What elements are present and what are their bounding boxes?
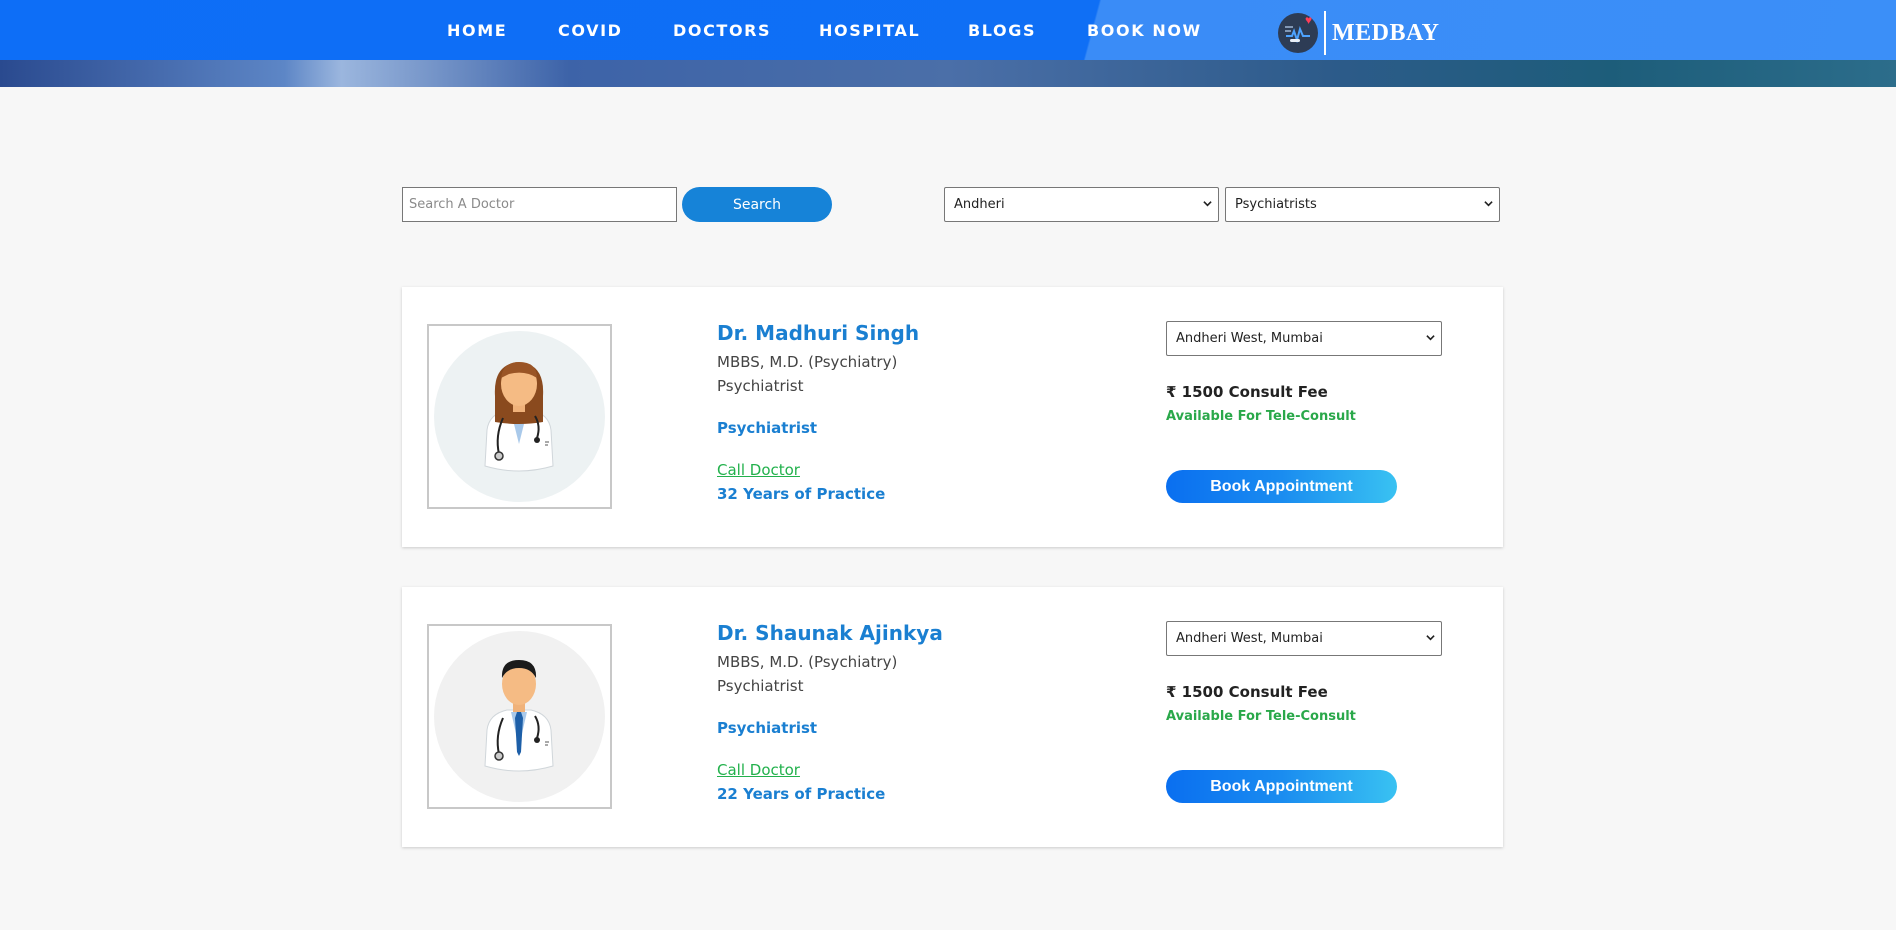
call-doctor-link[interactable]: Call Doctor xyxy=(717,461,800,479)
location-select[interactable]: Andheri xyxy=(944,187,1219,222)
hero-banner-strip xyxy=(0,60,1896,87)
heart-pulse-icon: ♥ xyxy=(1278,13,1318,53)
search-button[interactable]: Search xyxy=(682,187,832,222)
book-appointment-button[interactable]: Book Appointment xyxy=(1166,470,1397,503)
nav-blogs[interactable]: BLOGS xyxy=(968,21,1036,40)
doctor-qualification: MBBS, M.D. (Psychiatry) xyxy=(717,653,898,671)
logo-text: MEDBAY xyxy=(1332,19,1440,46)
top-navigation-bar xyxy=(0,0,1896,60)
nav-doctors[interactable]: DOCTORS xyxy=(673,21,771,40)
doctor-experience: 22 Years of Practice xyxy=(717,785,886,803)
nav-covid[interactable]: COVID xyxy=(558,21,623,40)
medbay-logo[interactable]: ♥ MEDBAY xyxy=(1278,10,1439,56)
doctor-qualification: MBBS, M.D. (Psychiatry) xyxy=(717,353,898,371)
consult-fee: ₹ 1500 Consult Fee xyxy=(1166,383,1328,401)
doctor-name[interactable]: Dr. Shaunak Ajinkya xyxy=(717,621,943,645)
tele-consult-badge: Available For Tele-Consult xyxy=(1166,409,1356,424)
chevron-down-icon xyxy=(1426,635,1435,641)
book-appointment-button[interactable]: Book Appointment xyxy=(1166,770,1397,803)
doctor-name[interactable]: Dr. Madhuri Singh xyxy=(717,321,919,345)
location-select-value: Andheri xyxy=(954,197,1005,212)
consult-fee: ₹ 1500 Consult Fee xyxy=(1166,683,1328,701)
chevron-down-icon xyxy=(1426,335,1435,341)
clinic-location-select[interactable]: Andheri West, Mumbai xyxy=(1166,621,1442,656)
doctor-role: Psychiatrist xyxy=(717,677,804,695)
doctor-specialty: Psychiatrist xyxy=(717,719,818,737)
logo-divider xyxy=(1324,11,1326,55)
specialty-select-value: Psychiatrists xyxy=(1235,197,1317,212)
doctor-specialty: Psychiatrist xyxy=(717,419,818,437)
doctor-photo xyxy=(427,324,612,509)
call-doctor-link[interactable]: Call Doctor xyxy=(717,761,800,779)
nav-hospital[interactable]: HOSPITAL xyxy=(819,21,920,40)
doctor-card: Dr. Shaunak Ajinkya MBBS, M.D. (Psychiat… xyxy=(402,587,1503,847)
doctor-role: Psychiatrist xyxy=(717,377,804,395)
clinic-location-value: Andheri West, Mumbai xyxy=(1176,631,1323,646)
chevron-down-icon xyxy=(1203,201,1212,207)
nav-home[interactable]: HOME xyxy=(447,21,507,40)
doctor-card: Dr. Madhuri Singh MBBS, M.D. (Psychiatry… xyxy=(402,287,1503,547)
nav-book-now[interactable]: BOOK NOW xyxy=(1087,21,1202,40)
clinic-location-select[interactable]: Andheri West, Mumbai xyxy=(1166,321,1442,356)
female-doctor-avatar xyxy=(484,362,554,472)
search-input[interactable] xyxy=(402,187,677,222)
male-doctor-avatar xyxy=(484,660,554,772)
specialty-select[interactable]: Psychiatrists xyxy=(1225,187,1500,222)
clinic-location-value: Andheri West, Mumbai xyxy=(1176,331,1323,346)
doctor-experience: 32 Years of Practice xyxy=(717,485,886,503)
doctor-photo xyxy=(427,624,612,809)
chevron-down-icon xyxy=(1484,201,1493,207)
tele-consult-badge: Available For Tele-Consult xyxy=(1166,709,1356,724)
